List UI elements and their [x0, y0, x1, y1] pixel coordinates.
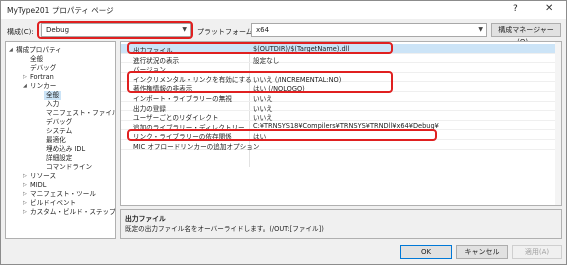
property-row-version[interactable]: バージョン	[121, 63, 561, 74]
tree-item-midl[interactable]: ▷ MIDL	[23, 181, 46, 190]
grid-scrollbar[interactable]	[555, 42, 561, 205]
tree-item-custom-build-step[interactable]: ▷ カスタム・ビルド・ステップ	[23, 208, 115, 217]
configuration-value: Debug	[46, 26, 70, 34]
description-text: 既定の出力ファイル名をオーバーライドします。(/OUT:[ファイル])	[125, 225, 324, 233]
description-title: 出力ファイル	[125, 215, 166, 223]
help-button[interactable]: ?	[513, 4, 518, 14]
expanded-triangle-icon: ◢	[23, 83, 27, 89]
tree-item-manifest-tool[interactable]: ▷ マニフェスト・ツール	[23, 190, 96, 199]
chevron-down-icon: ▼	[478, 26, 483, 33]
property-row-output-file[interactable]: 出力ファイル $(OUTDIR)/$(TargetName).dll	[121, 44, 561, 55]
property-pages-dialog: MyType201 プロパティ ページ ? ✕ 構成(C): Debug ▼ プ…	[0, 0, 567, 265]
configuration-manager-button[interactable]: 構成マネージャー(O)...	[491, 23, 561, 46]
property-row-incremental-link[interactable]: インクリメンタル・リンクを有効にする いいえ (/INCREMENTAL:NO)	[121, 73, 561, 84]
tree-item-linker-optimization[interactable]: 最適化	[46, 136, 66, 145]
tree-item-configuration-properties[interactable]: ◢ 構成プロパティ	[9, 46, 62, 55]
property-row-ignore-import-library[interactable]: インポート・ライブラリーの無視 いいえ	[121, 92, 561, 103]
platform-value: x64	[256, 26, 270, 34]
title-bar: MyType201 プロパティ ページ ? ✕	[1, 1, 566, 19]
collapsed-triangle-icon: ▷	[23, 173, 27, 179]
tree-item-build-events[interactable]: ▷ ビルドイベント	[23, 199, 76, 208]
tree-item-linker-command-line[interactable]: コマンドライン	[46, 163, 92, 172]
tree-item-linker-advanced[interactable]: 詳細設定	[46, 154, 72, 163]
property-row-suppress-banner[interactable]: 著作権情報の非表示 はい (/NOLOGO)	[121, 82, 561, 93]
tree-item-linker[interactable]: ◢ リンカー	[23, 82, 56, 91]
tree-item-linker-input[interactable]: 入力	[46, 100, 59, 109]
property-row-additional-library-directories[interactable]: 追加のライブラリー・ディレクトリー C:¥TRNSYS18¥Compilers¥…	[121, 121, 561, 132]
collapsed-triangle-icon: ▷	[23, 209, 27, 215]
description-panel: 出力ファイル 既定の出力ファイル名をオーバーライドします。(/OUT:[ファイル…	[120, 209, 562, 239]
tree-item-linker-debugging[interactable]: デバッグ	[46, 118, 72, 127]
tree-item-fortran[interactable]: ▷ Fortran	[23, 73, 54, 82]
window-title: MyType201 プロパティ ページ	[7, 6, 114, 15]
collapsed-triangle-icon: ▷	[23, 74, 27, 80]
chevron-down-icon: ▼	[182, 26, 187, 33]
property-grid: 出力ファイル $(OUTDIR)/$(TargetName).dll 進行状況の…	[120, 41, 562, 206]
property-row-mic-offload-linker-options[interactable]: MIC オフロードリンカーの追加オプション	[121, 140, 561, 151]
tree-item-resources[interactable]: ▷ リソース	[23, 172, 56, 181]
tree-item-general[interactable]: 全般	[30, 55, 43, 64]
tree-item-linker-general[interactable]: 全般	[44, 91, 62, 100]
cancel-button[interactable]: キャンセル	[456, 245, 508, 259]
ok-button[interactable]: OK	[400, 245, 452, 259]
tree-item-debugging[interactable]: デバッグ	[30, 64, 56, 73]
collapsed-triangle-icon: ▷	[23, 200, 27, 206]
configuration-label: 構成(C):	[7, 28, 34, 36]
platform-select[interactable]: x64 ▼	[251, 23, 487, 37]
property-row-link-library-dependencies[interactable]: リンク・ライブラリーの依存関係 はい	[121, 130, 561, 141]
expanded-triangle-icon: ◢	[9, 47, 13, 53]
tree-item-linker-manifest-file[interactable]: マニフェスト・ファイル	[46, 109, 115, 118]
tree-item-linker-system[interactable]: システム	[46, 127, 72, 136]
collapsed-triangle-icon: ▷	[23, 182, 27, 188]
property-row-show-progress[interactable]: 進行状況の表示 設定なし	[121, 54, 561, 65]
property-row-register-output[interactable]: 出力の登録 いいえ	[121, 102, 561, 113]
close-button[interactable]: ✕	[545, 3, 553, 14]
configuration-select[interactable]: Debug ▼	[41, 23, 191, 37]
apply-button[interactable]: 適用(A)	[512, 245, 562, 259]
collapsed-triangle-icon: ▷	[23, 191, 27, 197]
tree-item-linker-embedded-idl[interactable]: 埋め込み IDL	[46, 145, 85, 154]
property-row-per-user-redirection[interactable]: ユーザーごとのリダイレクト いいえ	[121, 111, 561, 122]
property-tree: ◢ 構成プロパティ 全般 デバッグ ▷ Fortran ◢ リンカー 全般 入力…	[5, 41, 116, 239]
